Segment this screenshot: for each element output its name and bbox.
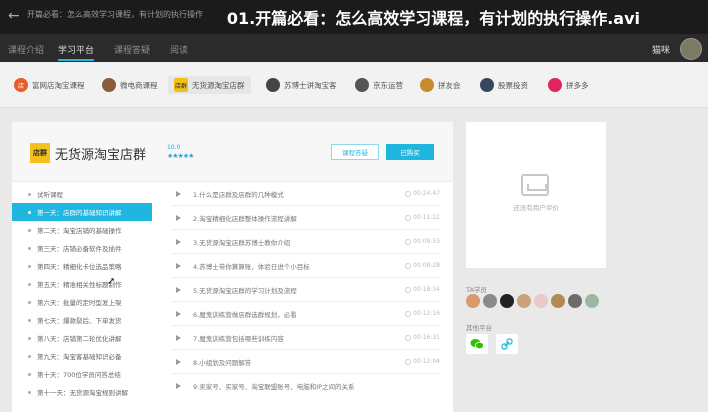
lesson-row[interactable]: 6.魔鬼训练营做店群选群规划，必看 00:12:16 bbox=[172, 302, 440, 326]
clock-icon bbox=[405, 310, 412, 317]
person-icon bbox=[266, 78, 280, 92]
review-panel: 还没有用户评价 bbox=[466, 122, 606, 268]
store-group-logo: 店群 bbox=[30, 143, 50, 163]
mouse-cursor-icon: ➚ bbox=[107, 276, 116, 287]
avatar[interactable] bbox=[585, 294, 599, 308]
avatar[interactable] bbox=[534, 294, 548, 308]
wechat-icon bbox=[470, 339, 484, 350]
play-icon bbox=[176, 286, 181, 293]
nav-course-intro[interactable]: 课程介绍 bbox=[8, 43, 44, 56]
lesson-list: 1.什么是店群及店群的几种模式 00:24:47 2.淘宝精细化店群整体操作流程讲… bbox=[162, 182, 453, 412]
back-arrow-icon[interactable]: ← bbox=[8, 8, 20, 24]
play-icon bbox=[176, 190, 181, 197]
nav-reading[interactable]: 阅读 bbox=[170, 43, 188, 56]
learner-avatars bbox=[466, 294, 602, 308]
play-icon bbox=[176, 334, 181, 341]
course-header: 店群 无货源淘宝店群 10.0 ★★★★★ 课程答疑 已购买 bbox=[12, 122, 453, 182]
lesson-row[interactable]: 9.卖家号、买家号、淘宝联盟账号、电脑和IP之间的关系 bbox=[172, 374, 440, 398]
purchased-button[interactable]: 已购买 bbox=[386, 144, 434, 160]
empty-inbox-icon bbox=[521, 174, 549, 196]
category-item[interactable]: 拼友会 bbox=[420, 76, 461, 94]
clock-icon bbox=[405, 262, 412, 269]
clock-icon bbox=[405, 334, 412, 341]
category-item[interactable]: 苏博士讲淘宝客 bbox=[266, 76, 337, 94]
empty-reviews-text: 还没有用户评价 bbox=[513, 204, 559, 212]
clock-icon bbox=[405, 238, 412, 245]
avatar[interactable] bbox=[517, 294, 531, 308]
category-item[interactable]: 拼多多 bbox=[548, 76, 589, 94]
avatar[interactable] bbox=[568, 294, 582, 308]
course-card: 店群 无货源淘宝店群 10.0 ★★★★★ 课程答疑 已购买 试听课程 第一天：… bbox=[12, 122, 453, 412]
chapter-item[interactable]: 第二天：淘宝店铺的基础操作 bbox=[12, 221, 152, 239]
nav-learning-platform[interactable]: 学习平台 bbox=[58, 43, 95, 61]
avatar[interactable] bbox=[483, 294, 497, 308]
chapter-item[interactable]: 试听课程 bbox=[12, 185, 152, 203]
category-item[interactable]: 股票投资 bbox=[480, 76, 528, 94]
link-icon bbox=[501, 338, 513, 350]
chart-icon bbox=[480, 78, 494, 92]
category-item[interactable]: 京东运营 bbox=[355, 76, 403, 94]
title-bar: ← 开篇必看：怎么高效学习课程，有计划的执行操作 01.开篇必看：怎么高效学习课… bbox=[0, 0, 708, 34]
chapter-item[interactable]: 第五天：精准相关性标题制作 bbox=[12, 275, 152, 293]
course-score: 10.0 bbox=[167, 144, 181, 151]
avatar[interactable] bbox=[551, 294, 565, 308]
avatar-icon bbox=[102, 78, 116, 92]
top-nav: 课程介绍 学习平台 课程答疑 阅读 猫咪 bbox=[0, 34, 708, 62]
category-item[interactable]: 店 富网店淘宝课程 bbox=[14, 76, 85, 94]
lesson-row[interactable]: 2.淘宝精细化店群整体操作流程讲解 00:11:22 bbox=[172, 206, 440, 230]
rating-stars-icon: ★★★★★ bbox=[167, 152, 194, 160]
chapter-item[interactable]: 第三天：店铺必备软件及插件 bbox=[12, 239, 152, 257]
chapter-item[interactable]: 第八天：店铺第二轮优化讲解 bbox=[12, 329, 152, 347]
chapter-item[interactable]: 第四天：精细化卡位选品策略 bbox=[12, 257, 152, 275]
video-title-overlay: 01.开篇必看：怎么高效学习课程，有计划的执行操作.avi bbox=[226, 9, 640, 28]
chapter-item[interactable]: 第七天：爆款裂后、下单发货 bbox=[12, 311, 152, 329]
lesson-row[interactable]: 1.什么是店群及店群的几种模式 00:24:47 bbox=[172, 182, 440, 206]
learners-label: TA学员 bbox=[466, 286, 487, 294]
play-icon bbox=[176, 262, 181, 269]
lesson-row[interactable]: 3.无货源淘宝店群苏博士教你介绍 00:09:53 bbox=[172, 230, 440, 254]
person-icon bbox=[355, 78, 369, 92]
tab-title: 开篇必看：怎么高效学习课程，有计划的执行操作 bbox=[27, 10, 203, 19]
other-platforms-label: 其他平台 bbox=[466, 324, 492, 332]
play-icon bbox=[176, 383, 181, 389]
chapter-item[interactable]: 第十一天：无货源淘宝规则讲解 bbox=[12, 383, 152, 401]
clock-icon bbox=[405, 286, 412, 293]
course-title: 无货源淘宝店群 bbox=[55, 148, 147, 163]
lesson-row[interactable]: 8.小组划及问题解答 00:12:04 bbox=[172, 350, 440, 374]
category-item-active[interactable]: 店群 无货源淘宝店群 bbox=[168, 76, 251, 94]
clock-icon bbox=[405, 358, 412, 365]
lesson-row[interactable]: 7.魔鬼训练营包括哪些训练内容 00:16:31 bbox=[172, 326, 440, 350]
link-button[interactable] bbox=[496, 334, 518, 354]
play-icon bbox=[176, 310, 181, 317]
user-avatar[interactable] bbox=[680, 38, 702, 60]
lesson-row[interactable]: 4.苏博士带你算算账，体验日进个小目标 00:08:28 bbox=[172, 254, 440, 278]
play-icon bbox=[176, 238, 181, 245]
nav-course-qa[interactable]: 课程答疑 bbox=[114, 43, 150, 56]
group-icon bbox=[420, 78, 434, 92]
shop-icon: 店 bbox=[14, 78, 28, 92]
chapter-item-active[interactable]: 第一天：店群的基础知识讲解 bbox=[12, 203, 152, 221]
lesson-row[interactable]: 5.无货源淘宝店群的学习计划及流程 00:18:34 bbox=[172, 278, 440, 302]
user-name[interactable]: 猫咪 bbox=[652, 43, 670, 56]
chapter-list: 试听课程 第一天：店群的基础知识讲解 第二天：淘宝店铺的基础操作 第三天：店铺必… bbox=[12, 182, 152, 412]
avatar[interactable] bbox=[500, 294, 514, 308]
clock-icon bbox=[405, 190, 412, 197]
chapter-item[interactable]: 第九天：淘宝客基础知识必备 bbox=[12, 347, 152, 365]
chapter-item[interactable]: 第十天：700位学员问答总结 bbox=[12, 365, 152, 383]
chapter-item[interactable]: 第六天：批量的定时型发上架 bbox=[12, 293, 152, 311]
category-item[interactable]: 微电商课程 bbox=[102, 76, 158, 94]
pdd-icon bbox=[548, 78, 562, 92]
category-strip: 店 富网店淘宝课程 微电商课程 店群 无货源淘宝店群 苏博士讲淘宝客 京东运营 … bbox=[0, 62, 708, 108]
clock-icon bbox=[405, 214, 412, 221]
play-icon bbox=[176, 214, 181, 221]
play-icon bbox=[176, 358, 181, 365]
wechat-button[interactable] bbox=[466, 334, 488, 354]
course-qa-button[interactable]: 课程答疑 bbox=[331, 144, 379, 160]
avatar[interactable] bbox=[466, 294, 480, 308]
store-group-icon: 店群 bbox=[174, 78, 188, 92]
